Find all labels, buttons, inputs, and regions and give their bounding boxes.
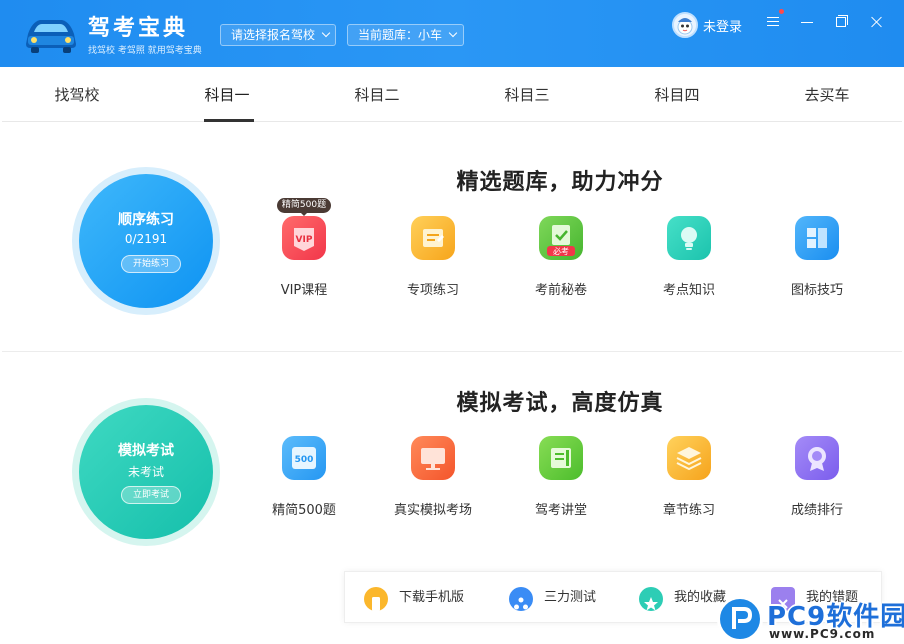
exam-status: 未考试 bbox=[127, 465, 164, 479]
tab-subject-one[interactable]: 科目一 bbox=[182, 67, 272, 122]
secret-paper-icon: 必考 bbox=[539, 216, 583, 260]
knowledge-bulb-icon bbox=[667, 216, 711, 260]
500-questions-icon: 500 bbox=[282, 436, 326, 480]
exam-room-label: 真实模拟考场 bbox=[393, 503, 472, 518]
ability-test-label: 三力测试 bbox=[544, 590, 597, 605]
tab-find-school[interactable]: 找驾校 bbox=[32, 67, 122, 122]
minimize-button[interactable] bbox=[797, 12, 817, 32]
vip-course-icon: VIP bbox=[282, 216, 326, 260]
secret-paper-item[interactable]: 必考 考前秘卷 bbox=[506, 216, 616, 298]
start-practice-button[interactable]: 开始练习 bbox=[121, 255, 181, 273]
sign-tips-icon bbox=[795, 216, 839, 260]
tab-subject-three[interactable]: 科目三 bbox=[482, 67, 572, 122]
menu-button[interactable] bbox=[763, 12, 783, 32]
app-title: 驾考宝典 bbox=[88, 16, 189, 41]
ability-test-icon bbox=[509, 587, 533, 611]
chapter-practice-label: 章节练习 bbox=[662, 503, 715, 518]
secret-paper-label: 考前秘卷 bbox=[534, 283, 587, 298]
app-slogan: 找驾校 考驾照 就用驾考宝典 bbox=[88, 46, 202, 56]
user-avatar-icon bbox=[674, 14, 696, 36]
start-exam-button[interactable]: 立即考试 bbox=[121, 486, 181, 504]
sign-tips-item[interactable]: 图标技巧 bbox=[762, 216, 872, 298]
ranking-item[interactable]: 成绩排行 bbox=[762, 436, 872, 518]
lecture-hall-item[interactable]: 驾考讲堂 bbox=[506, 436, 616, 518]
knowledge-label: 考点知识 bbox=[662, 283, 715, 298]
question-bank-select[interactable]: 当前题库：小车 bbox=[347, 24, 464, 46]
sequential-practice-circle[interactable]: 顺序练习 0/2191 开始练习 bbox=[72, 167, 220, 315]
watermark-url: www.PC9.com bbox=[769, 627, 876, 641]
ability-test-button[interactable]: 三力测试 bbox=[509, 572, 619, 624]
app-header: 驾考宝典 找驾校 考驾照 就用驾考宝典 请选择报名驾校 当前题库：小车 未登录 bbox=[0, 0, 904, 67]
chapter-practice-item[interactable]: 章节练习 bbox=[634, 436, 744, 518]
special-practice-label: 专项练习 bbox=[406, 283, 459, 298]
login-link[interactable]: 未登录 bbox=[703, 16, 742, 35]
lecture-hall-label: 驾考讲堂 bbox=[534, 503, 587, 518]
download-mobile-label: 下载手机版 bbox=[399, 590, 465, 605]
watermark: PC9软件园 www.PC9.com bbox=[717, 594, 904, 644]
500-icon-text: 500 bbox=[295, 455, 314, 465]
notification-dot bbox=[779, 9, 784, 14]
tab-subject-two[interactable]: 科目二 bbox=[332, 67, 422, 122]
exam-room-monitor-icon bbox=[411, 436, 455, 480]
active-tab-indicator bbox=[204, 119, 254, 122]
svg-text:VIP: VIP bbox=[296, 235, 313, 245]
ranking-label: 成绩排行 bbox=[790, 503, 843, 518]
vip-course-label: VIP课程 bbox=[280, 283, 328, 298]
star-favorite-icon bbox=[639, 587, 663, 611]
car-logo-icon bbox=[26, 20, 76, 53]
lecture-hall-icon bbox=[539, 436, 583, 480]
tab-buy-car[interactable]: 去买车 bbox=[782, 67, 872, 122]
download-mobile-button[interactable]: 下载手机版 bbox=[364, 572, 484, 624]
section-divider bbox=[2, 351, 902, 352]
question-bank-label: 当前题库：小车 bbox=[358, 28, 443, 42]
mock-exam-circle[interactable]: 模拟考试 未考试 立即考试 bbox=[72, 398, 220, 546]
special-practice-item[interactable]: 专项练习 bbox=[378, 216, 488, 298]
phone-download-icon bbox=[364, 587, 388, 611]
avatar[interactable] bbox=[672, 12, 698, 38]
practice-progress: 0/2191 bbox=[124, 232, 168, 246]
maximize-button[interactable] bbox=[831, 12, 851, 32]
knowledge-item[interactable]: 考点知识 bbox=[634, 216, 744, 298]
exam-section-title: 模拟考试，高度仿真 bbox=[456, 391, 664, 416]
chevron-down-icon bbox=[448, 28, 458, 38]
close-button[interactable] bbox=[867, 12, 887, 32]
practice-section-title: 精选题库，助力冲分 bbox=[456, 170, 664, 195]
sequential-practice-title: 顺序练习 bbox=[118, 212, 174, 228]
watermark-logo-icon bbox=[717, 596, 763, 642]
must-exam-tag: 必考 bbox=[553, 246, 569, 256]
sign-tips-label: 图标技巧 bbox=[790, 283, 843, 298]
exam-room-item[interactable]: 真实模拟考场 bbox=[378, 436, 488, 518]
vip-course-item[interactable]: VIP VIP课程 bbox=[249, 216, 359, 298]
school-select-label: 请选择报名驾校 bbox=[231, 28, 316, 42]
500-questions-label: 精简500题 bbox=[272, 503, 336, 518]
subject-tabs: 找驾校 科目一 科目二 科目三 科目四 去买车 bbox=[2, 67, 902, 122]
chapter-stack-icon bbox=[667, 436, 711, 480]
mock-exam-title: 模拟考试 bbox=[118, 443, 174, 459]
chevron-down-icon bbox=[321, 28, 331, 38]
school-select[interactable]: 请选择报名驾校 bbox=[220, 24, 336, 46]
tab-subject-four[interactable]: 科目四 bbox=[632, 67, 722, 122]
ranking-medal-icon bbox=[795, 436, 839, 480]
vip-500-badge: 精简500题 bbox=[277, 198, 331, 216]
500-questions-item[interactable]: 500 精简500题 bbox=[249, 436, 359, 518]
special-practice-icon bbox=[411, 216, 455, 260]
